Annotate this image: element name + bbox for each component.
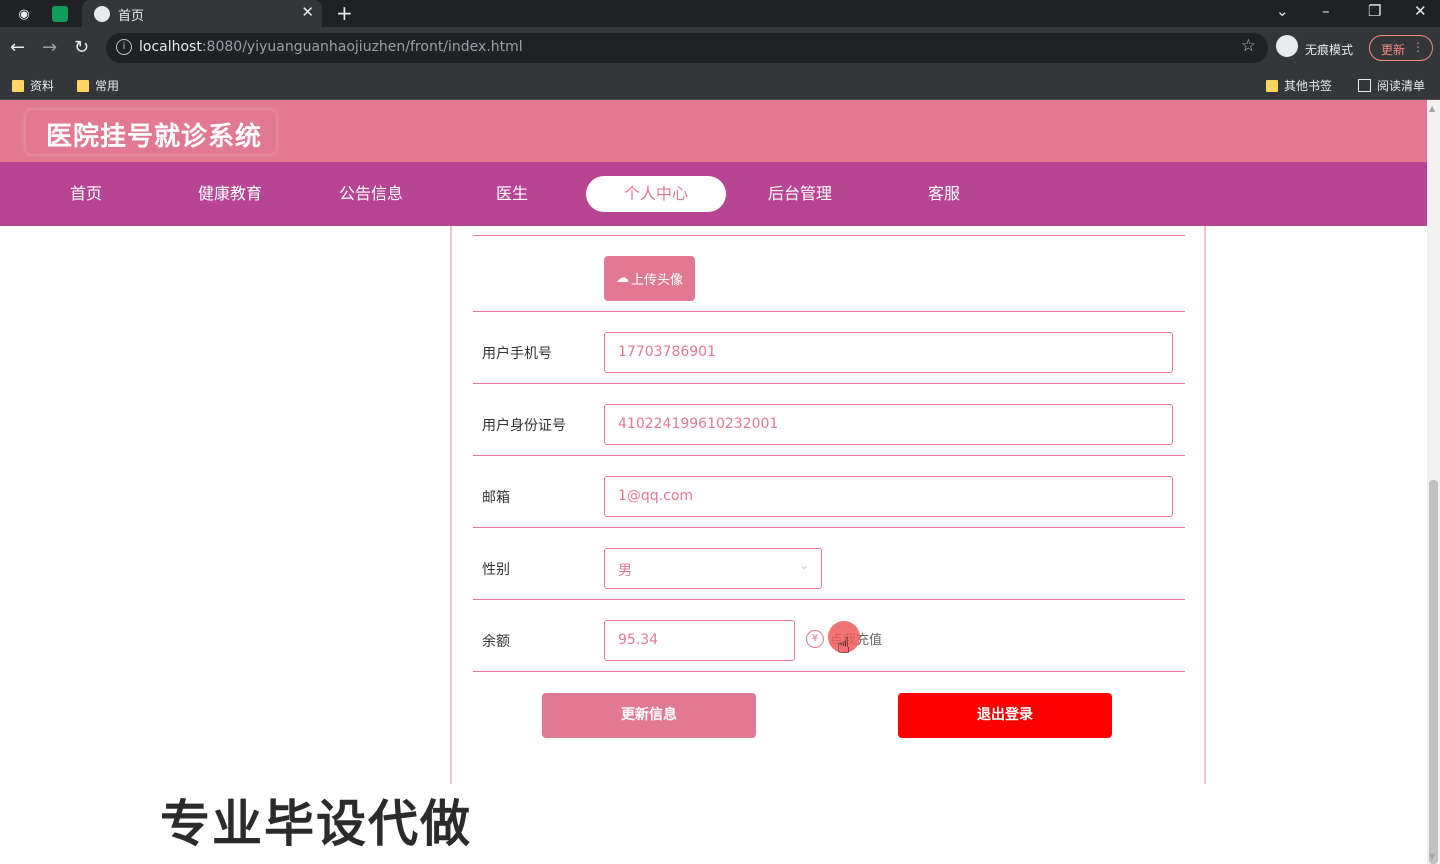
update-label: 更新 [1381,43,1406,57]
globe-icon[interactable]: ◉ [14,4,34,24]
watermark-text: 专业毕设代做 [160,795,472,853]
active-tab[interactable]: 首页 ✕ [82,0,322,27]
incognito-label: 无痕模式 [1305,43,1354,57]
phone-label: 用户手机号 [482,346,552,362]
minimize-icon[interactable]: – [1322,2,1330,20]
nav-doctors[interactable]: 医生 [458,176,566,212]
update-button[interactable]: 更新 ⋮ [1369,35,1433,61]
phone-field[interactable]: 17703786901 [604,332,1173,373]
reading-list-icon [1358,79,1371,92]
browser-toolbar: ← → ↻ i localhost:8080/yiyuanguanhaojiuz… [0,27,1440,70]
site-logo[interactable]: 医院挂号就诊系统 [26,110,276,154]
other-bookmarks[interactable]: 其他书签 [1266,77,1332,94]
bookmark-label: 其他书签 [1284,79,1333,93]
bookmark-star-icon[interactable]: ☆ [1241,36,1256,56]
hand-cursor-icon: ☝ [837,634,851,659]
url-path: :8080/yiyuanguanhaojiuzhen/front/index.h… [201,39,523,55]
bookmarks-bar: 资料 常用 其他书签 阅读清单 [0,70,1440,100]
tab-title: 首页 [118,9,145,24]
folder-icon [1266,79,1278,92]
profile-form-panel: ☁ 上传头像 用户手机号 17703786901 用户身份证号 41022419… [450,226,1206,784]
nav-personal-center[interactable]: 个人中心 [586,176,726,212]
scroll-up-icon[interactable]: ▲ [1429,104,1435,113]
incognito-icon[interactable] [1276,35,1298,57]
divider [473,599,1185,600]
nav-home[interactable]: 首页 [32,176,140,212]
nav-customer-service[interactable]: 客服 [890,176,998,212]
id-number-field[interactable]: 410224199610232001 [604,404,1173,445]
close-window-icon[interactable]: ✕ [1414,2,1427,20]
email-field[interactable]: 1@qq.com [604,476,1173,517]
divider [473,383,1185,384]
tab-search-icon[interactable]: ⌄ [1276,2,1289,20]
reload-icon[interactable]: ↻ [74,37,89,58]
restore-icon[interactable]: ❐ [1368,2,1381,20]
bookmark-folder[interactable]: 资料 [12,77,54,94]
browser-tab-strip: ◉ 首页 ✕ + ⌄ – ❐ ✕ [0,0,1440,27]
forward-icon[interactable]: → [42,37,57,58]
id-number-label: 用户身份证号 [482,418,566,434]
kebab-menu-icon[interactable]: ⋮ [1412,40,1424,54]
sheets-icon[interactable] [52,6,68,22]
nav-health-education[interactable]: 健康教育 [176,176,284,212]
bookmark-label: 资料 [30,79,55,93]
info-icon[interactable]: i [116,39,132,55]
divider [473,455,1185,456]
upload-avatar-button[interactable]: ☁ 上传头像 [604,256,695,301]
url-text[interactable]: localhost:8080/yiyuanguanhaojiuzhen/fron… [139,39,523,55]
site-title: 医院挂号就诊系统 [46,122,263,152]
close-tab-icon[interactable]: ✕ [301,3,314,21]
new-tab-icon[interactable]: + [336,1,353,25]
bookmark-label: 阅读清单 [1377,79,1426,93]
reading-list[interactable]: 阅读清单 [1358,77,1425,94]
address-bar[interactable]: i localhost:8080/yiyuanguanhaojiuzhen/fr… [106,33,1268,63]
upload-avatar-label: 上传头像 [630,273,683,288]
folder-icon [77,79,89,92]
back-icon[interactable]: ← [10,37,25,58]
logout-button[interactable]: 退出登录 [898,693,1112,738]
divider [473,671,1185,672]
cloud-upload-icon: ☁ [615,271,629,286]
balance-label: 余额 [482,634,510,650]
update-info-button[interactable]: 更新信息 [542,693,756,738]
page-scrollbar[interactable]: ▲ ▼ [1427,100,1440,864]
main-nav: 首页 健康教育 公告信息 医生 个人中心 后台管理 客服 [0,162,1427,226]
scroll-down-icon[interactable]: ▼ [1429,852,1435,861]
url-host: localhost [139,39,202,55]
gender-select[interactable]: 男 ⌄ [604,548,822,589]
folder-icon [12,79,24,92]
balance-field[interactable]: 95.34 [604,620,795,661]
divider [473,311,1185,312]
bookmark-label: 常用 [95,79,120,93]
nav-announcements[interactable]: 公告信息 [317,176,425,212]
yen-icon: ¥ [806,629,824,648]
scroll-thumb[interactable] [1429,480,1438,864]
globe-icon [94,6,110,22]
site-header: 医院挂号就诊系统 [0,100,1427,162]
chevron-down-icon: ⌄ [799,559,809,572]
gender-value: 男 [618,563,632,579]
divider [473,527,1185,528]
gender-label: 性别 [482,562,510,578]
nav-admin[interactable]: 后台管理 [746,176,854,212]
bookmark-folder[interactable]: 常用 [77,77,119,94]
email-label: 邮箱 [482,490,510,506]
divider [473,235,1185,236]
